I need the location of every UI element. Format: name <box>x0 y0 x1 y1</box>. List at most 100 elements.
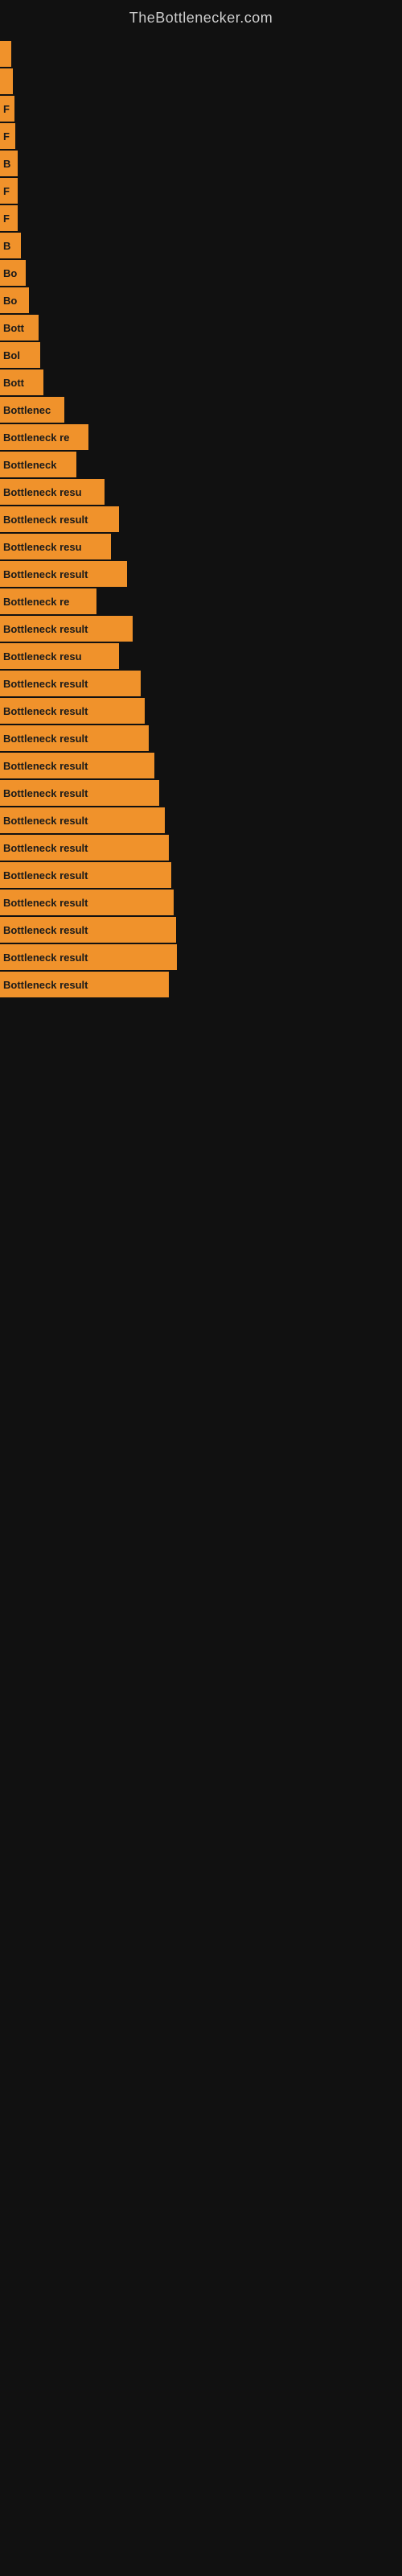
bar-15: Bottleneck re <box>0 424 88 450</box>
bar-33: Bottleneck result <box>0 917 176 943</box>
bar-label-6: F <box>3 185 10 197</box>
site-header: TheBottlenecker.com <box>0 0 402 33</box>
bar-label-19: Bottleneck resu <box>3 541 82 553</box>
bar-row: Bottleneck result <box>0 890 402 915</box>
bar-30: Bottleneck result <box>0 835 169 861</box>
bar-25: Bottleneck result <box>0 698 145 724</box>
bar-row: Bottleneck result <box>0 862 402 888</box>
bar-row: Bottleneck result <box>0 698 402 724</box>
bar-10: Bo <box>0 287 29 313</box>
bar-21: Bottleneck re <box>0 588 96 614</box>
bar-row: Bottleneck result <box>0 561 402 587</box>
bar-34: Bottleneck result <box>0 944 177 970</box>
bar-row: Bottleneck <box>0 452 402 477</box>
bars-container: F F B F F B Bo Bo Bott Bol Bott Bottlenec Bottleneck… <box>0 33 402 999</box>
bar-row: F <box>0 123 402 149</box>
bar-row: F <box>0 96 402 122</box>
bar-label-29: Bottleneck result <box>3 815 88 827</box>
bar-label-26: Bottleneck result <box>3 733 88 745</box>
bar-label-20: Bottleneck result <box>3 568 88 580</box>
bar-23: Bottleneck resu <box>0 643 119 669</box>
bar-11: Bott <box>0 315 39 341</box>
bar-row: Bottleneck result <box>0 506 402 532</box>
bar-label-24: Bottleneck result <box>3 678 88 690</box>
bar-12: Bol <box>0 342 40 368</box>
bar-row: Bottleneck result <box>0 835 402 861</box>
bar-row: Bottlenec <box>0 397 402 423</box>
bar-label-30: Bottleneck result <box>3 842 88 854</box>
bar-row: Bottleneck result <box>0 917 402 943</box>
bar-label-28: Bottleneck result <box>3 787 88 799</box>
bar-4: F <box>0 123 15 149</box>
bar-14: Bottlenec <box>0 397 64 423</box>
bar-row: Bott <box>0 369 402 395</box>
bar-28: Bottleneck result <box>0 780 159 806</box>
bar-2 <box>0 68 13 94</box>
bar-label-25: Bottleneck result <box>3 705 88 717</box>
bar-5: B <box>0 151 18 176</box>
bar-18: Bottleneck result <box>0 506 119 532</box>
bar-20: Bottleneck result <box>0 561 127 587</box>
bar-13: Bott <box>0 369 43 395</box>
bar-label-35: Bottleneck result <box>3 979 88 991</box>
site-title: TheBottlenecker.com <box>0 0 402 33</box>
bar-label-17: Bottleneck resu <box>3 486 82 498</box>
bar-row: Bo <box>0 260 402 286</box>
bar-row: Bottleneck result <box>0 753 402 778</box>
bar-row: Bottleneck result <box>0 616 402 642</box>
bar-label-21: Bottleneck re <box>3 596 69 608</box>
bar-row: Bottleneck resu <box>0 534 402 559</box>
bar-label-34: Bottleneck result <box>3 952 88 964</box>
bar-row: Bottleneck result <box>0 944 402 970</box>
bar-label-16: Bottleneck <box>3 459 56 471</box>
bar-label-27: Bottleneck result <box>3 760 88 772</box>
bar-row: Bottleneck result <box>0 671 402 696</box>
bar-label-9: Bo <box>3 267 17 279</box>
bar-row <box>0 68 402 94</box>
bar-label-4: F <box>3 130 10 142</box>
bar-22: Bottleneck result <box>0 616 133 642</box>
bar-24: Bottleneck result <box>0 671 141 696</box>
bar-35: Bottleneck result <box>0 972 169 997</box>
bar-label-5: B <box>3 158 10 170</box>
bar-16: Bottleneck <box>0 452 76 477</box>
bar-row: Bottleneck re <box>0 424 402 450</box>
bar-3: F <box>0 96 14 122</box>
bar-27: Bottleneck result <box>0 753 154 778</box>
bar-row: Bol <box>0 342 402 368</box>
bar-row <box>0 41 402 67</box>
bar-label-12: Bol <box>3 349 20 361</box>
bar-row: B <box>0 151 402 176</box>
bar-row: Bottleneck result <box>0 972 402 997</box>
bar-1 <box>0 41 11 67</box>
bar-label-22: Bottleneck result <box>3 623 88 635</box>
bar-32: Bottleneck result <box>0 890 174 915</box>
bar-label-7: F <box>3 213 10 225</box>
bar-6: F <box>0 178 18 204</box>
bar-label-14: Bottlenec <box>3 404 51 416</box>
bar-label-15: Bottleneck re <box>3 431 69 444</box>
bar-row: Bottleneck result <box>0 780 402 806</box>
bar-8: B <box>0 233 21 258</box>
bar-label-13: Bott <box>3 377 24 389</box>
bar-7: F <box>0 205 18 231</box>
bar-row: F <box>0 178 402 204</box>
bar-row: Bottleneck resu <box>0 643 402 669</box>
bar-label-11: Bott <box>3 322 24 334</box>
bar-label-23: Bottleneck resu <box>3 650 82 663</box>
bar-26: Bottleneck result <box>0 725 149 751</box>
bar-label-8: B <box>3 240 10 252</box>
bar-row: Bottleneck result <box>0 807 402 833</box>
bar-label-3: F <box>3 103 10 115</box>
bar-label-18: Bottleneck result <box>3 514 88 526</box>
bar-row: Bo <box>0 287 402 313</box>
bar-row: Bottleneck resu <box>0 479 402 505</box>
bar-row: F <box>0 205 402 231</box>
bar-row: B <box>0 233 402 258</box>
bar-label-32: Bottleneck result <box>3 897 88 909</box>
bar-29: Bottleneck result <box>0 807 165 833</box>
bar-31: Bottleneck result <box>0 862 171 888</box>
bar-19: Bottleneck resu <box>0 534 111 559</box>
bar-row: Bottleneck re <box>0 588 402 614</box>
bar-row: Bott <box>0 315 402 341</box>
